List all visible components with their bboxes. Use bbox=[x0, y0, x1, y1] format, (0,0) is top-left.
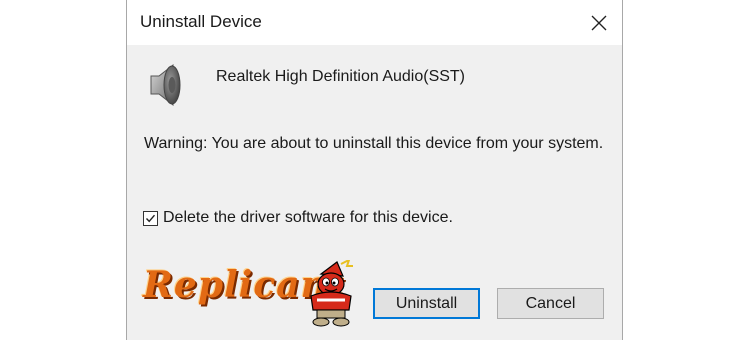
dialog-title: Uninstall Device bbox=[140, 12, 262, 31]
uninstall-button[interactable]: Uninstall bbox=[373, 288, 480, 319]
close-icon bbox=[591, 15, 607, 30]
delete-driver-checkbox[interactable] bbox=[143, 210, 158, 226]
mascot-logo bbox=[310, 260, 353, 327]
close-button[interactable] bbox=[576, 0, 622, 45]
warning-text: Warning: You are about to uninstall this… bbox=[144, 135, 604, 152]
delete-driver-option[interactable]: Delete the driver software for this devi… bbox=[143, 209, 453, 227]
speaker-icon bbox=[150, 63, 181, 107]
uninstall-device-dialog: Uninstall Device Realtek High Definition… bbox=[126, 0, 623, 340]
screen: Uninstall Device Realtek High Definition… bbox=[0, 0, 750, 340]
cancel-button[interactable]: Cancel bbox=[497, 288, 604, 319]
title-bar: Uninstall Device bbox=[127, 0, 622, 45]
delete-driver-label: Delete the driver software for this devi… bbox=[163, 209, 453, 226]
checkmark-icon bbox=[145, 214, 156, 222]
device-name: Realtek High Definition Audio(SST) bbox=[216, 68, 466, 85]
